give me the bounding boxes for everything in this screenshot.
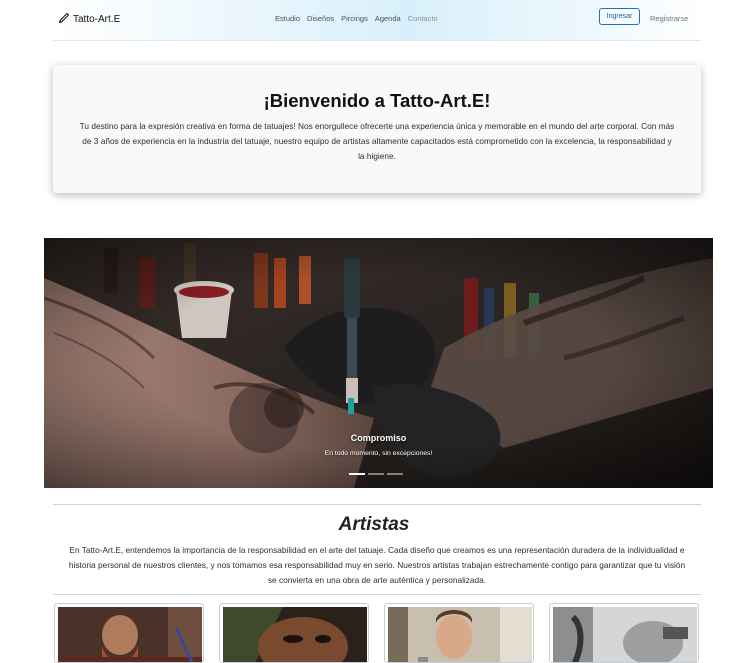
carousel-indicator[interactable]	[387, 473, 403, 475]
register-button[interactable]: Registrarse	[650, 14, 688, 23]
welcome-card: ¡Bienvenido a Tatto-Art.E! Tu destino pa…	[53, 65, 701, 193]
carousel-caption-text: En todo momento, sin excepciones!	[324, 450, 433, 457]
nav-link-agenda[interactable]: Agenda	[375, 14, 401, 23]
artist-card[interactable]	[549, 603, 699, 663]
carousel-indicator[interactable]	[368, 473, 384, 475]
artists-description: En Tatto-Art.E, entendemos la importanci…	[68, 545, 686, 585]
nav-link-estudio[interactable]: Estudio	[275, 14, 300, 23]
welcome-text: Tu destino para la expresión creativa en…	[79, 121, 675, 161]
welcome-title: ¡Bienvenido a Tatto-Art.E!	[263, 90, 491, 111]
divider	[53, 504, 701, 505]
carousel[interactable]: Compromiso En todo momento, sin excepcio…	[44, 238, 713, 488]
nav-link-pircings[interactable]: Pircings	[341, 14, 368, 23]
brand-link[interactable]: Tatto-Art.E	[58, 12, 120, 27]
carousel-indicator[interactable]	[349, 473, 365, 475]
artists-title: Artistas	[338, 514, 410, 535]
navbar: Tatto-Art.E Estudio Diseños Pircings Age…	[53, 0, 701, 41]
brand-name: Tatto-Art.E	[73, 14, 121, 25]
carousel-indicators	[349, 473, 403, 475]
pen-nib-icon	[58, 12, 70, 27]
artist-card[interactable]	[54, 603, 204, 663]
divider	[53, 594, 701, 595]
carousel-caption-title: Compromiso	[350, 433, 407, 443]
login-button[interactable]: Ingresar	[599, 8, 640, 25]
artist-card[interactable]	[384, 603, 534, 663]
artist-card[interactable]	[219, 603, 369, 663]
nav-link-contacto[interactable]: Contacto	[408, 14, 438, 23]
nav-links: Estudio Diseños Pircings Agenda Contacto	[275, 14, 438, 23]
nav-link-disenos[interactable]: Diseños	[307, 14, 334, 23]
